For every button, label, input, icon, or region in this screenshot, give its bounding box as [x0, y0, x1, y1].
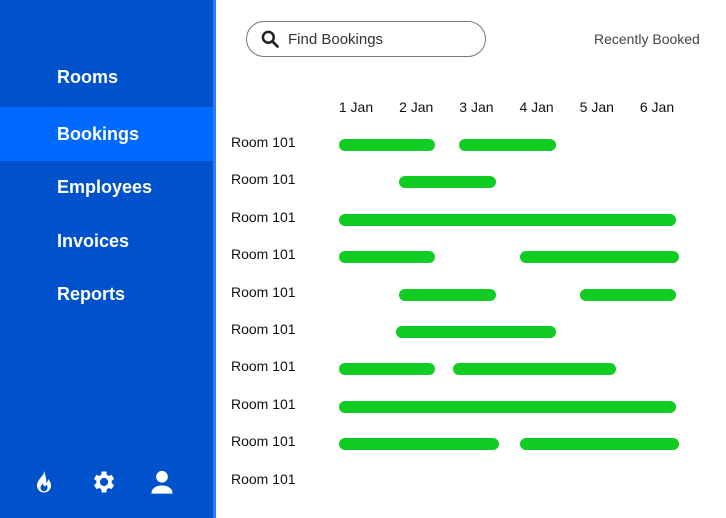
- booking-bar[interactable]: [579, 288, 677, 301]
- room-label: Room 101: [231, 283, 296, 300]
- sidebar-item-reports[interactable]: Reports: [0, 267, 213, 321]
- search-icon[interactable]: [260, 29, 280, 49]
- booking-bar[interactable]: [339, 139, 436, 151]
- room-label: Room 101: [231, 470, 296, 487]
- booking-bar[interactable]: [339, 400, 677, 413]
- gear-icon[interactable]: [87, 466, 119, 498]
- booking-bar[interactable]: [339, 363, 436, 376]
- day-label: 5 Jan: [579, 99, 614, 115]
- day-label: 3 Jan: [459, 99, 494, 115]
- room-label: Room 101: [231, 358, 296, 375]
- user-icon[interactable]: [146, 466, 178, 498]
- sidebar-item-bookings[interactable]: Bookings: [0, 107, 213, 161]
- booking-bar[interactable]: [459, 139, 556, 151]
- room-label: Room 101: [231, 395, 296, 412]
- booking-bar[interactable]: [399, 176, 496, 189]
- day-label: 6 Jan: [639, 99, 675, 115]
- sidebar-item-invoices[interactable]: Invoices: [0, 214, 213, 268]
- room-label: Room 101: [231, 433, 296, 450]
- search-input[interactable]: [288, 30, 468, 48]
- sidebar-item-employees[interactable]: Employees: [0, 160, 213, 214]
- search-box[interactable]: [246, 21, 486, 57]
- booking-bar[interactable]: [399, 288, 496, 301]
- booking-bar[interactable]: [453, 363, 616, 376]
- booking-bar[interactable]: [339, 213, 677, 226]
- room-label: Room 101: [231, 321, 296, 337]
- recently-booked-link[interactable]: Recently Booked: [594, 31, 700, 47]
- booking-bar[interactable]: [396, 326, 556, 338]
- room-label: Room 101: [231, 171, 296, 188]
- booking-bar[interactable]: [519, 438, 680, 451]
- booking-bar[interactable]: [339, 251, 436, 264]
- booking-bar[interactable]: [519, 251, 680, 264]
- sidebar-item-rooms[interactable]: Rooms: [0, 50, 213, 104]
- booking-bar[interactable]: [339, 438, 499, 451]
- room-label: Room 101: [231, 208, 296, 225]
- fire-icon[interactable]: [28, 466, 60, 498]
- day-label: 1 Jan: [338, 99, 374, 115]
- day-label: 2 Jan: [399, 99, 434, 115]
- room-label: Room 101: [231, 246, 296, 263]
- sidebar: Rooms Bookings Employees Invoices Report…: [0, 0, 216, 518]
- day-label: 4 Jan: [519, 99, 554, 115]
- room-label: Room 101: [231, 134, 296, 150]
